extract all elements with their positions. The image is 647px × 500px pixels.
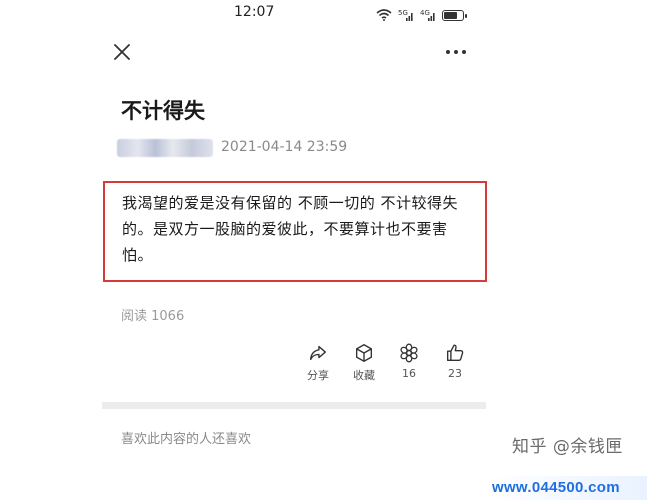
- more-button[interactable]: [446, 46, 472, 58]
- related-section-title: 喜欢此内容的人还喜欢: [121, 432, 252, 447]
- thumbs-up-button[interactable]: 23: [435, 342, 475, 380]
- publish-date: 2021-04-14 23:59: [221, 139, 348, 155]
- thumbs-up-icon: [446, 344, 464, 362]
- share-label: 分享: [307, 369, 329, 382]
- like-count: 16: [402, 367, 416, 380]
- article-content: 我渴望的爱是没有保留的 不顾一切的 不计较得失的。是双方一股脑的爱彼此，不要算计…: [122, 194, 459, 264]
- wifi-icon: [376, 6, 392, 25]
- section-divider: [102, 402, 486, 409]
- close-button[interactable]: [110, 40, 134, 64]
- collect-label: 收藏: [353, 369, 375, 382]
- share-icon: [309, 345, 327, 361]
- more-dot-icon: [446, 50, 450, 54]
- more-dot-icon: [454, 50, 458, 54]
- battery-fill: [444, 12, 458, 19]
- zhihu-watermark: 知乎 @余钱匣: [512, 437, 623, 457]
- article-title: 不计得失: [121, 99, 205, 123]
- more-dot-icon: [462, 50, 466, 54]
- action-bar: 分享 收藏 16 23: [0, 342, 647, 386]
- author-name-blurred[interactable]: [117, 139, 213, 157]
- status-icons: 5G 4G: [376, 6, 467, 25]
- article-content-box: 我渴望的爱是没有保留的 不顾一切的 不计较得失的。是双方一股脑的爱彼此，不要算计…: [103, 181, 487, 282]
- read-count: 阅读 1066: [121, 309, 185, 324]
- like-button[interactable]: 16: [389, 342, 429, 380]
- signal-5g-icon: 5G: [398, 9, 414, 22]
- status-bar: 12:07 5G 4G: [0, 0, 647, 28]
- site-watermark: www.044500.com: [492, 479, 620, 496]
- thumbs-up-count: 23: [448, 367, 462, 380]
- flower-icon: [400, 343, 418, 363]
- status-time: 12:07: [234, 4, 275, 20]
- cube-icon: [355, 344, 373, 362]
- battery-icon: [442, 10, 467, 21]
- signal-4g-icon: 4G: [420, 9, 436, 22]
- close-icon: [114, 44, 130, 60]
- share-button[interactable]: 分享: [298, 342, 338, 383]
- collect-button[interactable]: 收藏: [344, 342, 384, 383]
